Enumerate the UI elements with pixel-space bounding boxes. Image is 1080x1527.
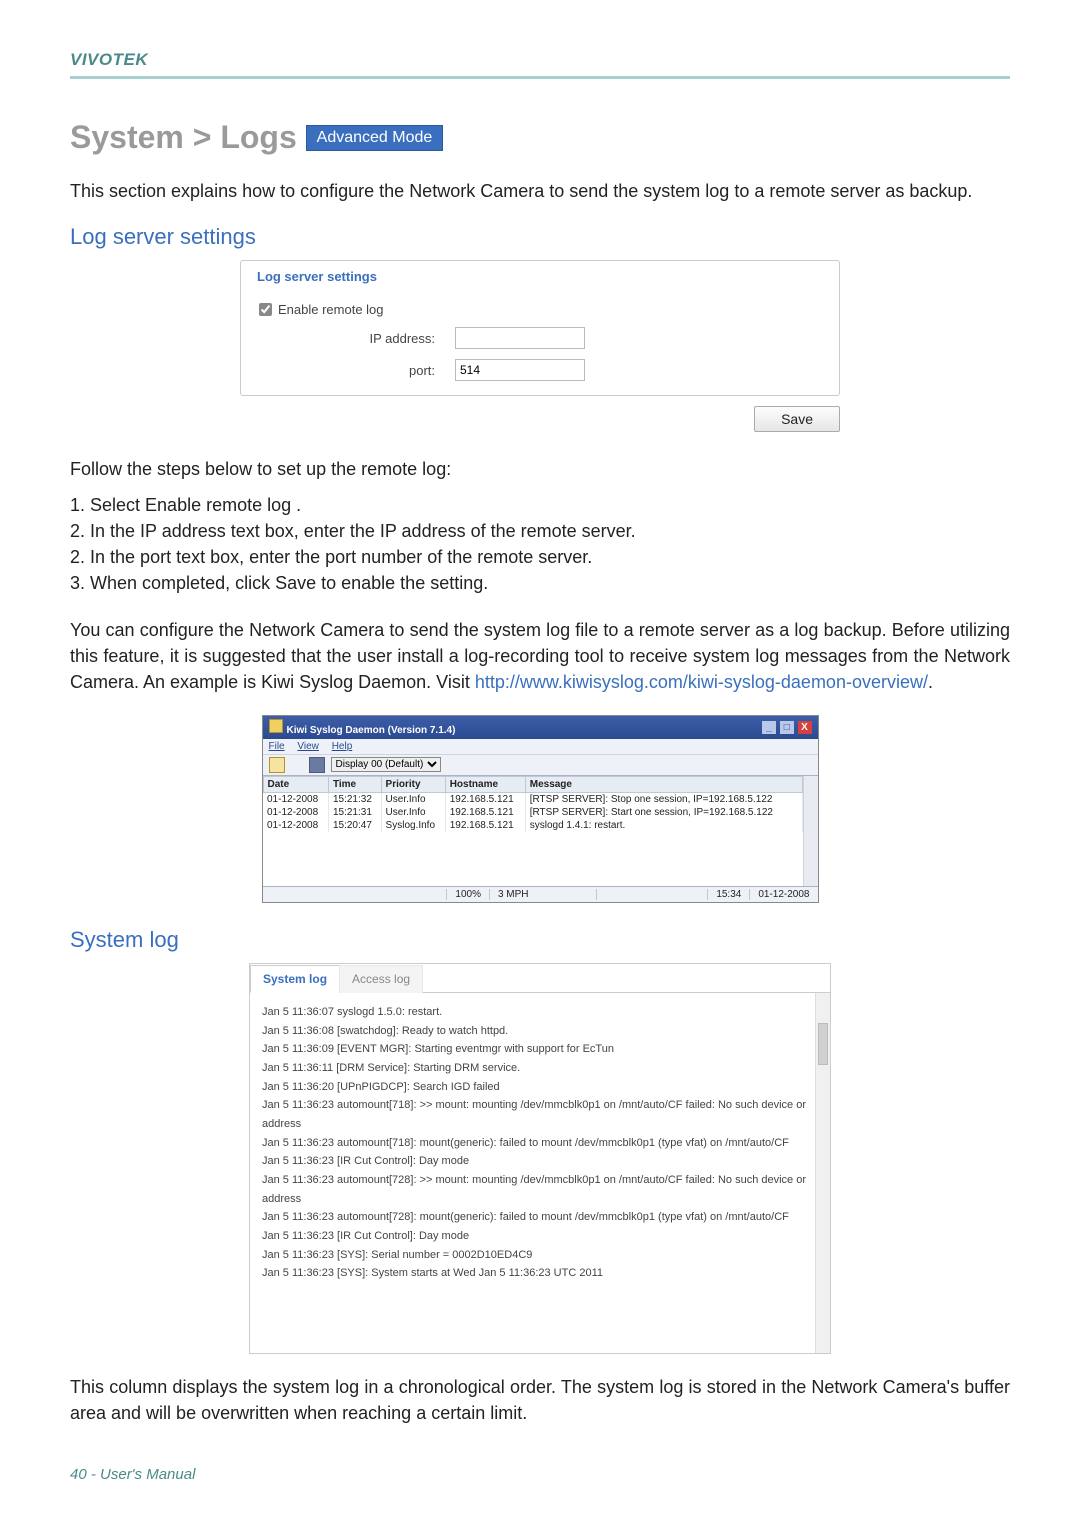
save-button[interactable]: Save (754, 406, 840, 432)
backup-paragraph: You can configure the Network Camera to … (70, 617, 1010, 695)
log-line: Jan 5 11:36:23 [SYS]: System starts at W… (262, 1264, 818, 1283)
log-line: Jan 5 11:36:23 automount[728]: >> mount:… (262, 1171, 818, 1208)
intro-paragraph: This section explains how to configure t… (70, 178, 1010, 204)
system-log-pane: System log Access log Jan 5 11:36:07 sys… (249, 963, 831, 1354)
kiwi-table: Date Time Priority Hostname Message 01-1… (263, 776, 803, 832)
page-footer: 40 - User's Manual (70, 1466, 1010, 1483)
toolbar-icon-2[interactable] (309, 757, 325, 773)
step-2: 2. In the IP address text box, enter the… (70, 518, 1010, 544)
log-scrollbar[interactable] (815, 993, 830, 1353)
outro-paragraph: This column displays the system log in a… (70, 1374, 1010, 1426)
log-line: Jan 5 11:36:23 automount[718]: >> mount:… (262, 1096, 818, 1133)
col-message: Message (525, 776, 802, 792)
toolbar-icon-1[interactable] (269, 757, 285, 773)
step-3: 3. When completed, click Save to enable … (70, 570, 1010, 596)
kiwi-link[interactable]: http://www.kiwisyslog.com/kiwi-syslog-da… (475, 672, 928, 692)
menu-help[interactable]: Help (332, 741, 353, 752)
menu-view[interactable]: View (297, 741, 319, 752)
log-line: Jan 5 11:36:23 [IR Cut Control]: Day mod… (262, 1227, 818, 1246)
col-date: Date (263, 776, 328, 792)
status-date: 01-12-2008 (750, 889, 817, 900)
tab-access-log[interactable]: Access log (339, 965, 423, 993)
log-line: Jan 5 11:36:11 [DRM Service]: Starting D… (262, 1059, 818, 1078)
title-text: System > Logs (70, 119, 297, 155)
mode-badge: Advanced Mode (306, 125, 444, 151)
log-line: Jan 5 11:36:23 [IR Cut Control]: Day mod… (262, 1152, 818, 1171)
log-line: Jan 5 11:36:08 [swatchdog]: Ready to wat… (262, 1022, 818, 1041)
col-priority: Priority (381, 776, 445, 792)
table-header-row: Date Time Priority Hostname Message (263, 776, 802, 792)
minimize-icon[interactable]: _ (762, 721, 776, 734)
log-line: Jan 5 11:36:23 [SYS]: Serial number = 00… (262, 1246, 818, 1265)
ip-address-input[interactable] (455, 327, 585, 349)
log-line: Jan 5 11:36:20 [UPnPIGDCP]: Search IGD f… (262, 1078, 818, 1097)
log-line: Jan 5 11:36:23 automount[728]: mount(gen… (262, 1208, 818, 1227)
ip-address-label: IP address: (255, 331, 455, 346)
tab-system-log[interactable]: System log (250, 965, 340, 993)
enable-remote-log-label: Enable remote log (278, 302, 384, 317)
kiwi-menubar: File View Help (263, 739, 818, 754)
enable-remote-log-checkbox[interactable] (259, 303, 272, 316)
status-time: 15:34 (708, 889, 750, 900)
log-tabs: System log Access log (250, 964, 830, 993)
table-row: 01-12-2008 15:21:31 User.Info 192.168.5.… (263, 806, 802, 819)
follow-text: Follow the steps below to set up the rem… (70, 456, 1010, 482)
menu-file[interactable]: File (269, 741, 285, 752)
table-row: 01-12-2008 15:20:47 Syslog.Info 192.168.… (263, 819, 802, 832)
log-line: Jan 5 11:36:07 syslogd 1.5.0: restart. (262, 1003, 818, 1022)
kiwi-title-text: Kiwi Syslog Daemon (Version 7.1.4) (287, 725, 456, 736)
panel-legend: Log server settings (253, 269, 381, 284)
steps-list: 1. Select Enable remote log . 2. In the … (70, 492, 1010, 596)
col-time: Time (328, 776, 381, 792)
kiwi-window: Kiwi Syslog Daemon (Version 7.1.4) _ □ X… (262, 715, 819, 903)
log-line: Jan 5 11:36:23 automount[718]: mount(gen… (262, 1134, 818, 1153)
log-line: Jan 5 11:36:09 [EVENT MGR]: Starting eve… (262, 1040, 818, 1059)
log-server-heading: Log server settings (70, 224, 1010, 250)
col-hostname: Hostname (445, 776, 525, 792)
port-label: port: (255, 363, 455, 378)
log-content: Jan 5 11:36:07 syslogd 1.5.0: restart. J… (250, 993, 830, 1353)
table-row: 01-12-2008 15:21:32 User.Info 192.168.5.… (263, 792, 802, 806)
status-pct: 100% (447, 889, 490, 900)
step-2b: 2. In the port text box, enter the port … (70, 544, 1010, 570)
step-1: 1. Select Enable remote log . (70, 492, 1010, 518)
app-icon (269, 719, 283, 733)
kiwi-titlebar: Kiwi Syslog Daemon (Version 7.1.4) _ □ X (263, 716, 818, 739)
display-select[interactable]: Display 00 (Default) (331, 757, 441, 772)
brand-header: VIVOTEK (70, 50, 1010, 79)
system-log-heading: System log (70, 927, 1010, 953)
port-input[interactable] (455, 359, 585, 381)
status-rate: 3 MPH (490, 889, 597, 900)
page-title: System > Logs Advanced Mode (70, 119, 1010, 156)
kiwi-scrollbar[interactable] (803, 776, 818, 886)
close-icon[interactable]: X (798, 721, 812, 734)
log-server-panel: Log server settings Enable remote log IP… (240, 260, 840, 396)
maximize-icon[interactable]: □ (780, 721, 794, 734)
kiwi-statusbar: 100% 3 MPH 15:34 01-12-2008 (263, 886, 818, 902)
kiwi-toolbar: Display 00 (Default) (263, 754, 818, 776)
